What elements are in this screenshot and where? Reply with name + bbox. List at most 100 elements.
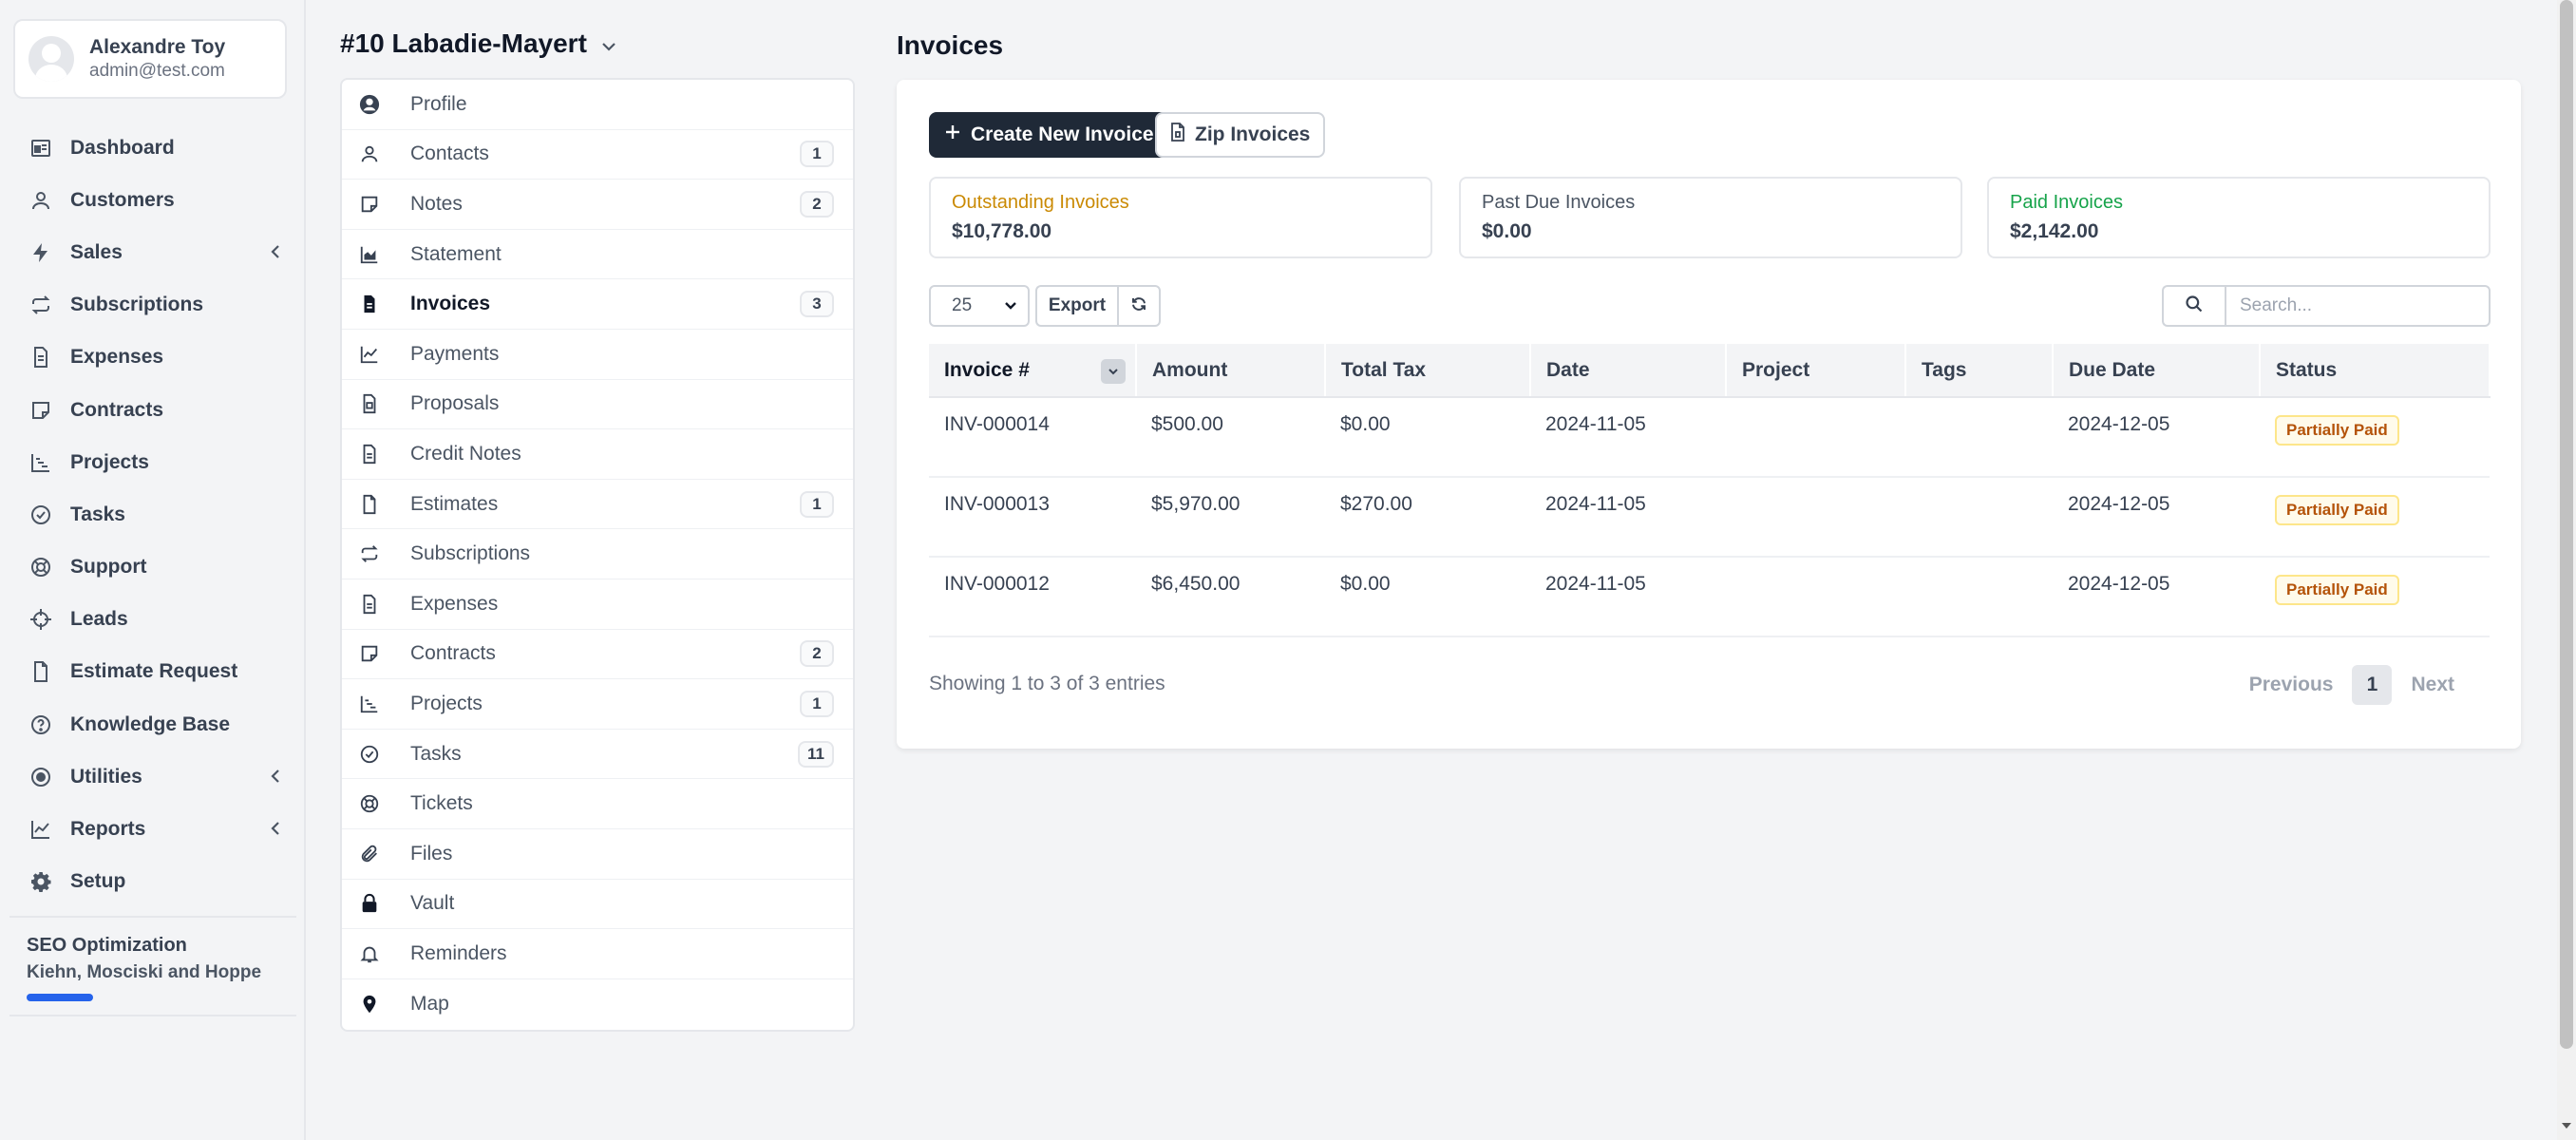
note-icon bbox=[357, 192, 382, 217]
line-chart-icon bbox=[357, 342, 382, 367]
chevron-left-icon bbox=[268, 768, 283, 790]
page-number-button[interactable]: 1 bbox=[2352, 665, 2393, 705]
zip-invoices-button[interactable]: Zip Invoices bbox=[1155, 112, 1326, 158]
sidebar-item-projects[interactable]: Projects bbox=[0, 436, 304, 488]
client-menu-projects[interactable]: Projects 1 bbox=[342, 679, 853, 730]
client-menu-reminders[interactable]: Reminders bbox=[342, 929, 853, 979]
sidebar-item-setup[interactable]: Setup bbox=[0, 856, 304, 908]
count-badge: 1 bbox=[800, 490, 834, 518]
sidebar-item-reports[interactable]: Reports bbox=[0, 803, 304, 855]
stat-past-due: Past Due Invoices $0.00 bbox=[1459, 177, 1962, 258]
table-info: Showing 1 to 3 of 3 entries bbox=[929, 673, 1165, 694]
client-menu-label: Payments bbox=[410, 342, 500, 365]
column-header-total-tax[interactable]: Total Tax bbox=[1325, 344, 1531, 398]
client-menu-contracts[interactable]: Contracts 2 bbox=[342, 630, 853, 680]
file-icon bbox=[357, 492, 382, 517]
client-menu-contacts[interactable]: Contacts 1 bbox=[342, 130, 853, 180]
column-header-project[interactable]: Project bbox=[1726, 344, 1906, 398]
client-menu-label: Expenses bbox=[410, 592, 499, 615]
sidebar-item-utilities[interactable]: Utilities bbox=[0, 750, 304, 803]
sort-toggle-icon[interactable] bbox=[1101, 359, 1126, 384]
column-header-amount[interactable]: Amount bbox=[1136, 344, 1326, 398]
client-menu-credit-notes[interactable]: Credit Notes bbox=[342, 429, 853, 480]
chevron-left-icon bbox=[268, 243, 283, 266]
create-invoice-button[interactable]: Create New Invoice bbox=[929, 112, 1169, 158]
sidebar-item-estimate-request[interactable]: Estimate Request bbox=[0, 646, 304, 698]
sidebar-project[interactable]: SEO Optimization Kiehn, Mosciski and Hop… bbox=[27, 931, 274, 1001]
scroll-down-arrow-icon[interactable] bbox=[2561, 1117, 2572, 1134]
client-selector[interactable]: #10 Labadie-Mayert bbox=[340, 28, 617, 59]
invoice-due-date: 2024-12-05 bbox=[2053, 557, 2260, 637]
client-menu-label: Profile bbox=[410, 92, 467, 115]
sidebar-item-knowledge-base[interactable]: Knowledge Base bbox=[0, 698, 304, 750]
invoice-number-link[interactable]: INV-000013 bbox=[929, 477, 1136, 558]
sidebar-item-sales[interactable]: Sales bbox=[0, 226, 304, 278]
sidebar-item-tasks[interactable]: Tasks bbox=[0, 488, 304, 541]
client-menu-tickets[interactable]: Tickets bbox=[342, 779, 853, 829]
count-badge: 2 bbox=[800, 190, 834, 218]
sidebar-item-leads[interactable]: Leads bbox=[0, 594, 304, 646]
user-email: admin@test.com bbox=[89, 61, 225, 81]
invoice-number-link[interactable]: INV-000012 bbox=[929, 557, 1136, 637]
sidebar-item-label: Subscriptions bbox=[70, 294, 204, 316]
sidebar-divider bbox=[9, 916, 296, 918]
gear-icon bbox=[27, 867, 55, 896]
column-header-invoice[interactable]: Invoice # bbox=[929, 344, 1137, 398]
column-header-due-date[interactable]: Due Date bbox=[2053, 344, 2261, 398]
client-menu-tasks[interactable]: Tasks 11 bbox=[342, 730, 853, 780]
export-button[interactable]: Export bbox=[1035, 285, 1117, 327]
search-input[interactable] bbox=[2225, 285, 2491, 327]
stat-label: Paid Invoices bbox=[2010, 192, 2123, 213]
page-scrollbar[interactable] bbox=[2557, 0, 2576, 1140]
client-menu-subscriptions[interactable]: Subscriptions bbox=[342, 529, 853, 580]
client-menu-vault[interactable]: Vault bbox=[342, 880, 853, 930]
client-menu-map[interactable]: Map bbox=[342, 979, 853, 1030]
status-badge: Partially Paid bbox=[2275, 495, 2399, 525]
sidebar-item-contracts[interactable]: Contracts bbox=[0, 384, 304, 436]
lock-icon bbox=[357, 891, 382, 916]
next-page-button[interactable]: Next bbox=[2411, 674, 2454, 696]
bolt-icon bbox=[27, 238, 55, 267]
previous-page-button[interactable]: Previous bbox=[2249, 674, 2334, 696]
zip-invoices-label: Zip Invoices bbox=[1195, 124, 1311, 145]
column-header-status[interactable]: Status bbox=[2260, 344, 2491, 398]
sidebar-item-support[interactable]: Support bbox=[0, 542, 304, 594]
invoice-tags bbox=[1905, 397, 2053, 478]
projects-chart-icon bbox=[27, 448, 55, 477]
client-menu-payments[interactable]: Payments bbox=[342, 330, 853, 380]
client-menu-notes[interactable]: Notes 2 bbox=[342, 180, 853, 230]
sidebar-item-label: Setup bbox=[70, 870, 126, 893]
refresh-button[interactable] bbox=[1117, 285, 1161, 327]
stat-outstanding: Outstanding Invoices $10,778.00 bbox=[929, 177, 1432, 258]
search-button[interactable] bbox=[2162, 285, 2225, 327]
client-menu-estimates[interactable]: Estimates 1 bbox=[342, 480, 853, 530]
sidebar-item-label: Tasks bbox=[70, 503, 125, 525]
stat-label: Outstanding Invoices bbox=[952, 192, 1129, 213]
user-icon bbox=[357, 142, 382, 166]
check-circle-icon bbox=[27, 501, 55, 529]
client-menu-invoices[interactable]: Invoices 3 bbox=[342, 279, 853, 330]
line-chart-icon bbox=[27, 815, 55, 844]
sidebar-item-label: Support bbox=[70, 556, 147, 579]
column-header-tags[interactable]: Tags bbox=[1905, 344, 2054, 398]
invoice-tags bbox=[1905, 477, 2053, 558]
page-size-select[interactable]: 25 bbox=[929, 285, 1030, 327]
invoice-tax: $0.00 bbox=[1325, 397, 1530, 478]
client-menu-statement[interactable]: Statement bbox=[342, 230, 853, 280]
sidebar-item-label: Utilities bbox=[70, 765, 142, 788]
column-header-date[interactable]: Date bbox=[1530, 344, 1727, 398]
user-card[interactable]: Alexandre Toy admin@test.com bbox=[13, 19, 287, 99]
sidebar-item-dashboard[interactable]: Dashboard bbox=[0, 122, 304, 174]
sidebar-item-subscriptions[interactable]: Subscriptions bbox=[0, 279, 304, 332]
sidebar-item-expenses[interactable]: Expenses bbox=[0, 332, 304, 384]
client-menu-expenses[interactable]: Expenses bbox=[342, 580, 853, 630]
sidebar-item-customers[interactable]: Customers bbox=[0, 174, 304, 226]
client-menu-proposals[interactable]: Proposals bbox=[342, 380, 853, 430]
client-menu-label: Tickets bbox=[410, 792, 473, 815]
client-menu-profile[interactable]: Profile bbox=[342, 80, 853, 130]
scrollbar-thumb[interactable] bbox=[2560, 0, 2573, 1049]
client-menu-files[interactable]: Files bbox=[342, 829, 853, 880]
refresh-icon bbox=[1130, 295, 1147, 317]
invoice-number-link[interactable]: INV-000014 bbox=[929, 397, 1136, 478]
stat-label: Past Due Invoices bbox=[1482, 192, 1636, 213]
